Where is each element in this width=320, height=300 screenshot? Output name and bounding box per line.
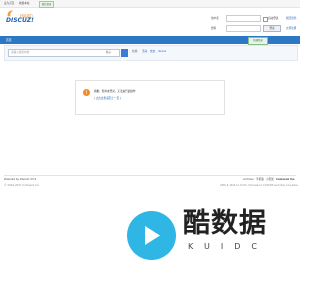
search-icon (122, 57, 127, 63)
search-input-wrapper[interactable]: 请输入搜索内容 帖子 (8, 49, 120, 57)
password-label: 密码 (211, 27, 217, 30)
back-link[interactable]: [ 点击这里返回上一页 ] (94, 97, 121, 100)
search-input[interactable]: 请输入搜索内容 (11, 51, 29, 54)
footer-powered: Powered by Discuz! X3.4 (4, 178, 37, 181)
wechat-login-button[interactable]: 微信登录 (39, 1, 54, 8)
hot-search-link[interactable]: 交友 (150, 50, 155, 53)
username-field[interactable] (226, 15, 261, 22)
footer-archiver-link[interactable]: Archiver (243, 178, 254, 181)
username-label: 用户名 (211, 17, 219, 20)
footer-brand[interactable]: Comsenz Inc. (276, 178, 295, 181)
hot-search-label: 热搜: (132, 50, 139, 53)
login-button[interactable]: 登录 (263, 25, 281, 32)
password-field[interactable] (226, 25, 261, 32)
bookmark-link[interactable]: 收藏本站 (19, 2, 29, 5)
footer-time: GMT+8, 2024-1-1 10:00 , Processed in 0.0… (220, 184, 300, 187)
play-icon (145, 226, 160, 245)
watermark-subtitle: KUIDC (188, 242, 268, 251)
message-box: ! 抱歉，您尚未登录，无法进行此操作 [ 点击这里返回上一页 ] (75, 80, 225, 115)
watermark-title: 酷数据 (183, 208, 267, 239)
message-text: 抱歉，您尚未登录，无法进行此操作 (94, 90, 136, 93)
hot-search-link[interactable]: discuz (158, 50, 166, 53)
hot-search-link[interactable]: 活动 (142, 50, 147, 53)
logo-text[interactable]: DISCUZ! (6, 17, 34, 24)
forgot-password-link[interactable]: 找回密码 (286, 17, 296, 20)
watermark-logo-icon (127, 211, 176, 260)
footer-divider (4, 175, 296, 176)
search-button[interactable] (121, 49, 128, 63)
register-link[interactable]: 立即注册 (286, 27, 296, 30)
footer-mobile-link[interactable]: 手机版 (256, 178, 264, 181)
nav-home[interactable]: 首页 (6, 38, 12, 42)
alert-icon: ! (83, 89, 90, 96)
auto-login-label: 自动登录 (268, 17, 279, 20)
footer-blacklist-link[interactable]: 小黑屋 (266, 178, 274, 181)
search-scope-select[interactable]: 帖子 (106, 51, 111, 54)
set-home-link[interactable]: 设为首页 (4, 2, 14, 5)
search-bar: 请输入搜索内容 帖子 热搜: 活动 交友 discuz (4, 45, 298, 63)
footer-copyright: © 2001-2017 Comsenz Inc. (4, 184, 40, 187)
quick-login-button[interactable]: 快捷登录 (248, 37, 268, 45)
